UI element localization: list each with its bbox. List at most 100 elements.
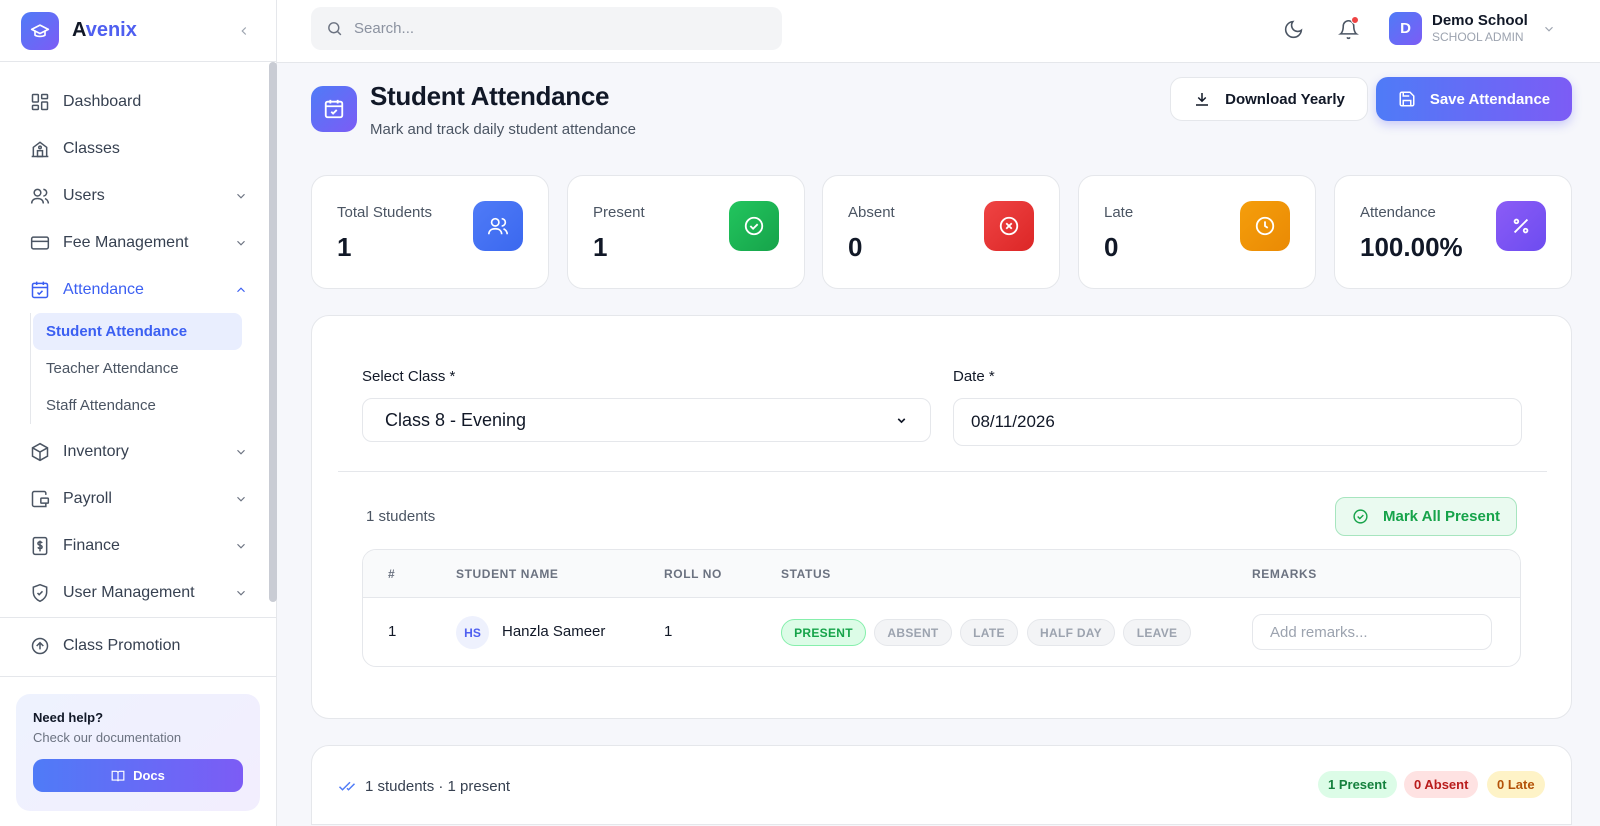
stat-card-present: Present 1 [567,175,805,289]
credit-card-icon [30,233,50,253]
avatar: D [1389,12,1422,45]
attendance-summary: 1 students · 1 present [338,777,510,795]
users-icon [30,186,50,206]
stat-label: Total Students [337,204,433,221]
sidebar-item-label: User Management [63,583,195,601]
help-subtitle: Check our documentation [33,730,182,745]
status-absent-button[interactable]: ABSENT [874,619,952,646]
present-count-badge: 1 Present [1318,771,1397,798]
save-attendance-button[interactable]: Save Attendance [1376,77,1572,121]
sidebar-item-dashboard[interactable]: Dashboard [0,78,276,125]
save-attendance-label: Save Attendance [1429,90,1551,108]
class-label: Select Class * [362,368,456,385]
avatar: HS [456,616,489,649]
graduation-cap-icon [21,11,59,50]
sidebar-item-payroll[interactable]: Payroll [0,475,276,522]
status-leave-button[interactable]: LEAVE [1123,619,1191,646]
sidebar-item-classes[interactable]: Classes [0,125,276,172]
x-circle-icon [984,201,1034,251]
absent-count-badge: 0 Absent [1404,771,1479,798]
sidebar-sub-item-student-attendance[interactable]: Student Attendance [33,313,242,350]
bell-icon[interactable] [1335,16,1361,42]
sidebar-item-class-promotion[interactable]: Class Promotion [0,622,276,669]
arrow-up-circle-icon [30,636,50,656]
sidebar-item-label: Inventory [63,442,129,460]
sidebar-item-label: Finance [63,536,120,554]
user-name: Demo School [1432,12,1528,29]
stat-value: 0 [848,232,863,262]
attendance-table: # STUDENT NAME ROLL NO STATUS REMARKS 1 … [362,549,1521,667]
sidebar-item-label: Payroll [63,489,112,507]
book-icon [111,769,125,783]
sidebar-item-user-management[interactable]: User Management [0,569,276,616]
save-icon [1398,90,1416,108]
sidebar-item-finance[interactable]: Finance [0,522,276,569]
date-field[interactable]: 08/11/2026 [953,398,1522,446]
shield-check-icon [30,583,50,603]
sidebar-sub-item-staff-attendance[interactable]: Staff Attendance [33,387,242,424]
table-row: 1 HS Hanzla Sameer 1 PRESENT ABSENT LATE… [363,598,1520,666]
help-card: Need help? Check our documentation Docs [16,694,260,811]
divider [0,617,276,618]
stat-card-total-students: Total Students 1 [311,175,549,289]
brand-name[interactable]: Avenix [72,19,137,42]
brand: Avenix [0,0,276,62]
divider [0,676,276,677]
status-half-day-button[interactable]: HALF DAY [1027,619,1115,646]
remarks-input[interactable] [1252,614,1492,650]
column-header-student-name: STUDENT NAME [456,567,559,581]
stat-card-late: Late 0 [1078,175,1316,289]
sidebar-item-label: Fee Management [63,233,189,251]
moon-icon[interactable] [1280,16,1306,42]
mark-all-present-button[interactable]: Mark All Present [1335,497,1517,536]
chevron-down-icon [234,189,248,203]
stat-label: Present [593,204,645,221]
stat-value: 0 [1104,232,1119,262]
late-count-badge: 0 Late [1487,771,1545,798]
wallet-icon [30,489,50,509]
calendar-check-icon [311,86,357,132]
stat-label: Late [1104,204,1134,221]
column-header-remarks: REMARKS [1252,567,1317,581]
date-label: Date * [953,368,995,385]
search-icon [326,20,343,37]
clock-icon [1240,201,1290,251]
user-menu[interactable]: D Demo School SCHOOL ADMIN [1389,12,1556,45]
class-select-value: Class 8 - Evening [385,409,527,430]
chevron-down-icon [234,445,248,459]
search-input[interactable] [354,20,754,37]
sidebar-item-fee-management[interactable]: Fee Management [0,219,276,266]
class-select[interactable]: Class 8 - Evening [362,398,931,442]
school-icon [30,139,50,159]
column-header-roll-no: ROLL NO [664,567,722,581]
row-index: 1 [388,623,397,640]
student-count: 1 students [366,508,436,525]
docs-button[interactable]: Docs [33,759,243,792]
check-circle-icon [729,201,779,251]
search-bar[interactable] [311,7,782,50]
stat-label: Absent [848,204,895,221]
sidebar-nav: Dashboard Classes Users Fee Management A… [0,62,277,617]
status-late-button[interactable]: LATE [960,619,1018,646]
mark-all-present-label: Mark All Present [1383,508,1500,525]
sidebar-item-users[interactable]: Users [0,172,276,219]
download-yearly-button[interactable]: Download Yearly [1170,77,1368,121]
sidebar-item-attendance[interactable]: Attendance [0,266,276,313]
help-title: Need help? [33,710,104,725]
sidebar-item-inventory[interactable]: Inventory [0,428,276,475]
download-yearly-label: Download Yearly [1225,90,1345,108]
stat-card-attendance: Attendance 100.00% [1334,175,1572,289]
top-header: D Demo School SCHOOL ADMIN [277,0,1600,63]
summary-text: 1 students · 1 present [365,777,511,795]
sidebar-item-label: Classes [63,139,120,157]
stat-value: 100.00% [1360,232,1463,262]
collapse-sidebar-icon[interactable] [237,24,251,38]
dashboard-icon [30,92,50,112]
chevron-down-icon [234,236,248,250]
calendar-check-icon [30,280,50,300]
divider [338,471,1547,472]
status-present-button[interactable]: PRESENT [781,619,866,646]
notification-dot [1351,16,1359,24]
sidebar-sub-item-teacher-attendance[interactable]: Teacher Attendance [33,350,242,387]
user-role: SCHOOL ADMIN [1432,30,1524,44]
